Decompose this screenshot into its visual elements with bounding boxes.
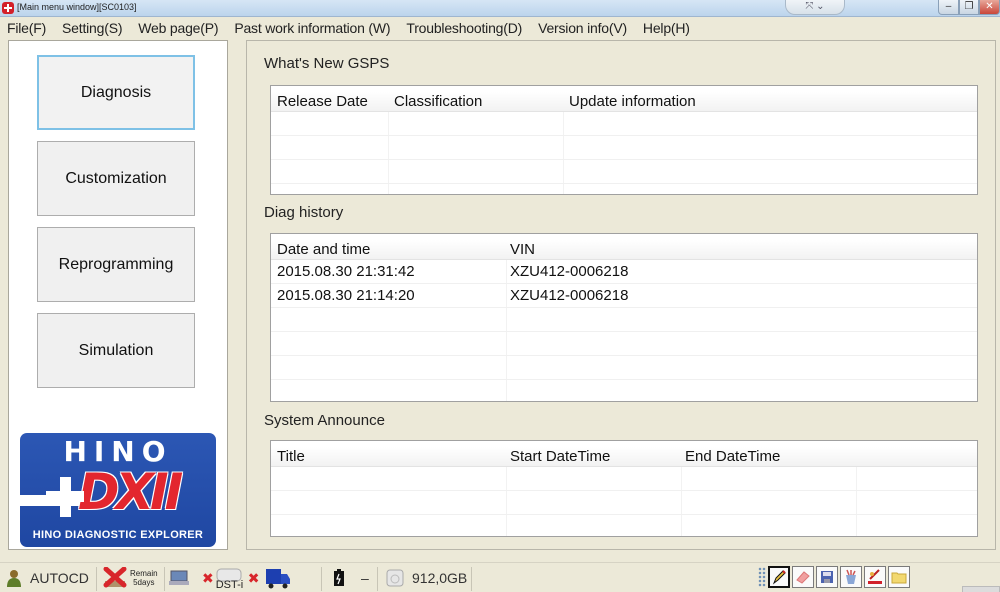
logo-plus-icon-bar <box>46 491 84 502</box>
license-error-icon <box>103 567 127 588</box>
user-icon <box>7 570 21 587</box>
simulation-button[interactable]: Simulation <box>37 313 195 388</box>
dst-i-device: DST-i <box>214 566 248 591</box>
column-header-date-and-time[interactable]: Date and time <box>271 240 370 260</box>
menu-help[interactable]: Help(H) <box>643 20 690 36</box>
diag-vin: XZU412-0006218 <box>510 263 629 280</box>
table-header: Title Start DateTime End DateTime <box>271 447 977 467</box>
brush-cup-icon <box>846 569 856 584</box>
paint-tool-button[interactable] <box>864 566 886 588</box>
truck-icon <box>266 569 291 589</box>
column-header-start-datetime[interactable]: Start DateTime <box>504 447 610 467</box>
diag-datetime: 2015.08.30 21:31:42 <box>277 263 415 280</box>
whats-new-table[interactable]: Release Date Classification Update infor… <box>270 85 978 195</box>
user-status: AUTOCD <box>6 563 89 592</box>
status-divider <box>96 567 97 591</box>
menu-setting[interactable]: Setting(S) <box>62 20 122 36</box>
license-remaining-label: Remain <box>130 569 158 578</box>
drawing-toolbar <box>758 565 910 589</box>
menu-version-info[interactable]: Version info(V) <box>538 20 627 36</box>
column-header-vin[interactable]: VIN <box>504 240 535 260</box>
table-row[interactable]: 2015.08.30 21:14:20 XZU412-0006218 <box>271 284 977 308</box>
diag-history-title: Diag history <box>264 204 344 221</box>
window-title: [Main menu window][SC0103] <box>17 2 137 12</box>
column-header-release-date[interactable]: Release Date <box>271 92 368 112</box>
pencil-tool-button[interactable] <box>768 566 790 588</box>
table-row[interactable] <box>271 332 977 356</box>
eraser-icon <box>796 571 810 584</box>
floppy-disk-icon <box>821 571 833 583</box>
disk-free-space: 912,0GB <box>412 570 468 586</box>
caption-expand-button[interactable]: ⤧ ⌄ <box>785 0 845 15</box>
disk-status: 912,0GB <box>386 563 467 592</box>
logo-product: DXII <box>78 463 183 521</box>
table-row[interactable] <box>271 112 977 136</box>
save-tool-button[interactable] <box>816 566 838 588</box>
diag-history-table[interactable]: Date and time VIN 2015.08.30 21:31:42 XZ… <box>270 233 978 402</box>
device-label: DST-i <box>215 579 244 591</box>
minimize-button[interactable]: – <box>938 0 959 15</box>
hard-disk-icon <box>386 569 404 587</box>
menu-troubleshooting[interactable]: Troubleshooting(D) <box>406 20 522 36</box>
menu-past-work-information[interactable]: Past work information (W) <box>234 20 390 36</box>
toolbar-grip-handle[interactable] <box>758 567 766 587</box>
license-remaining-days: 5days <box>133 578 155 587</box>
column-header-title[interactable]: Title <box>271 447 305 467</box>
battery-status: – <box>333 563 369 592</box>
hino-dx2-logo: HINO DXII HINO DIAGNOSTIC EXPLORER <box>20 433 216 547</box>
system-announce-table[interactable]: Title Start DateTime End DateTime <box>270 440 978 537</box>
whats-new-title: What's New GSPS <box>264 55 390 72</box>
restore-button[interactable]: ❐ <box>959 0 979 15</box>
status-divider <box>377 567 378 591</box>
open-folder-tool-button[interactable] <box>888 566 910 588</box>
folder-icon <box>891 572 907 584</box>
column-header-update-information[interactable]: Update information <box>563 92 696 112</box>
table-row[interactable]: 2015.08.30 21:31:42 XZU412-0006218 <box>271 260 977 284</box>
status-divider <box>321 567 322 591</box>
user-name: AUTOCD <box>30 570 89 586</box>
table-row[interactable] <box>271 308 977 332</box>
pencil-icon <box>772 570 786 585</box>
diagnosis-button[interactable]: Diagnosis <box>37 55 195 130</box>
info-panel: What's New GSPS Release Date Classificat… <box>246 40 996 550</box>
title-bar: [Main menu window][SC0103] ⤧ ⌄ – ❐ ✕ <box>0 0 1000 17</box>
license-remaining: Remain 5days <box>130 569 158 587</box>
table-row[interactable] <box>271 491 977 515</box>
diag-vin: XZU412-0006218 <box>510 287 629 304</box>
paint-palette-icon <box>868 569 882 584</box>
laptop-icon <box>169 570 189 585</box>
menu-bar: File(F) Setting(S) Web page(P) Past work… <box>0 17 1000 38</box>
table-row[interactable] <box>271 467 977 491</box>
brush-cup-tool-button[interactable] <box>840 566 862 588</box>
battery-icon <box>334 569 344 586</box>
system-announce-title: System Announce <box>264 412 385 429</box>
disconnected-icon: ✖ <box>247 569 260 586</box>
taskbar-expand-button[interactable] <box>962 586 1000 592</box>
menu-file[interactable]: File(F) <box>7 20 46 36</box>
logo-subtitle: HINO DIAGNOSTIC EXPLORER <box>32 529 204 541</box>
connection-status: ✖ DST-i ✖ <box>168 563 291 592</box>
table-row[interactable] <box>271 356 977 380</box>
table-header: Release Date Classification Update infor… <box>271 92 977 112</box>
diag-datetime: 2015.08.30 21:14:20 <box>277 287 415 304</box>
function-panel: Diagnosis Customization Reprogramming Si… <box>8 40 228 550</box>
disconnected-icon: ✖ <box>202 569 214 586</box>
column-header-classification[interactable]: Classification <box>388 92 482 112</box>
customization-button[interactable]: Customization <box>37 141 195 216</box>
table-row[interactable] <box>271 160 977 184</box>
table-header: Date and time VIN <box>271 240 977 260</box>
close-button[interactable]: ✕ <box>979 0 1000 15</box>
status-divider <box>471 567 472 591</box>
app-icon <box>2 2 14 14</box>
reprogramming-button[interactable]: Reprogramming <box>37 227 195 302</box>
license-status: Remain 5days <box>102 563 158 592</box>
menu-web-page[interactable]: Web page(P) <box>138 20 218 36</box>
eraser-tool-button[interactable] <box>792 566 814 588</box>
column-header-end-datetime[interactable]: End DateTime <box>679 447 780 467</box>
table-row[interactable] <box>271 136 977 160</box>
status-divider <box>164 567 165 591</box>
battery-voltage: – <box>361 570 369 586</box>
